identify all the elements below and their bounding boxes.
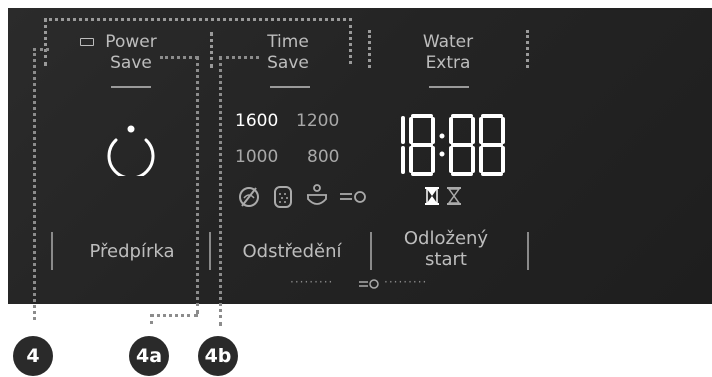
leader-4: [33, 48, 36, 320]
spin-speed-800: 800: [307, 147, 340, 167]
leader-4a-drop: [150, 314, 153, 324]
guide-right-vertical: [349, 18, 352, 64]
no-spin-icon: [239, 187, 259, 207]
child-lock-icon: [340, 191, 366, 203]
power-icon[interactable]: [103, 120, 159, 176]
leader-4a-bottom: [150, 314, 198, 317]
spin-button[interactable]: Odstředění: [230, 241, 354, 262]
drum-icon: [274, 186, 292, 208]
separator-4: [527, 232, 529, 270]
lock-key-icon[interactable]: [358, 278, 380, 290]
callout-4b: 4b: [198, 336, 238, 376]
time-save-label: Time Save: [267, 32, 309, 73]
spin-speed-1000: 1000: [235, 147, 279, 167]
guide-sep-1: [368, 30, 371, 68]
callout-4a: 4a: [129, 336, 169, 376]
hourglass-filled-icon: [425, 187, 439, 205]
lock-hint-dots-right: ·········: [384, 275, 428, 289]
callout-4: 4: [13, 336, 53, 376]
guide-mid-vertical: [210, 32, 213, 68]
guide-sep-2: [526, 30, 529, 68]
separator-2: [209, 232, 211, 270]
water-extra-underline: [429, 86, 469, 88]
rinse-hold-icon: [307, 184, 327, 205]
water-extra-label: Water Extra: [422, 32, 474, 73]
guide-left-vertical: [44, 18, 47, 66]
hourglass-empty-icon: [447, 187, 461, 205]
leader-4a: [196, 56, 199, 314]
delay-start-button[interactable]: Odložený start: [386, 228, 506, 270]
separator-1: [51, 232, 53, 270]
power-save-label: Power Save: [105, 32, 157, 73]
spin-speed-1600: 1600: [235, 111, 279, 131]
guide-top-line: [44, 18, 352, 21]
leader-4-hook: [33, 48, 49, 51]
prewash-button[interactable]: Předpírka: [76, 241, 188, 262]
lock-hint-dots-left: ·········: [290, 275, 334, 289]
leader-4b: [219, 56, 222, 326]
spin-speed-1200: 1200: [296, 111, 340, 131]
separator-3: [370, 232, 372, 270]
control-panel: Power Save Time Save Water Extra 1600 12…: [8, 8, 712, 304]
power-save-underline: [111, 86, 151, 88]
time-display: [401, 114, 505, 176]
leader-4a-top: [160, 56, 198, 59]
time-save-underline: [270, 86, 310, 88]
leader-4b-top: [219, 56, 259, 59]
power-save-icon: [80, 38, 94, 46]
